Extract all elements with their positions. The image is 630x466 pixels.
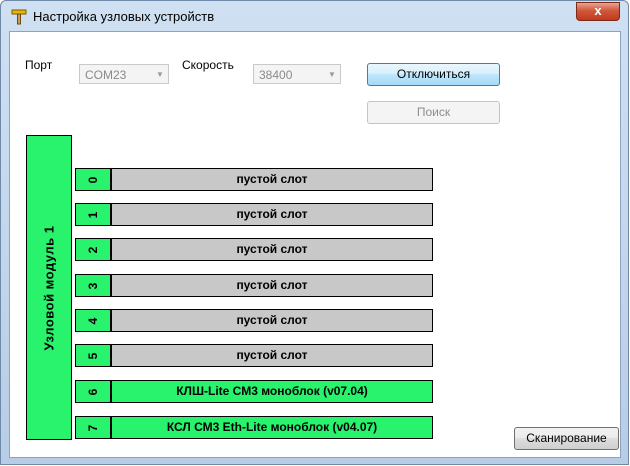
slot-number: 6 [75,380,111,403]
slot-7[interactable]: КСЛ СМ3 Eth-Lite моноблок (v04.07) [111,416,433,439]
slot-number-label: 0 [86,176,100,183]
speed-select[interactable]: 38400 ▼ [253,64,341,84]
node-module: Узловой модуль 1 [26,135,72,440]
node-module-label: Узловой модуль 1 [41,225,57,350]
slot-5[interactable]: пустой слот [111,344,433,367]
slot-number-label: 6 [86,388,100,395]
port-select[interactable]: COM23 ▼ [79,64,169,84]
slot-number: 2 [75,238,111,261]
slot-4[interactable]: пустой слот [111,309,433,332]
chevron-down-icon: ▼ [156,70,164,79]
search-button[interactable]: Поиск [367,101,500,124]
slot-2[interactable]: пустой слот [111,238,433,261]
scan-button[interactable]: Сканирование [514,427,619,450]
slot-1[interactable]: пустой слот [111,203,433,226]
disconnect-button[interactable]: Отключиться [367,63,500,86]
port-select-value: COM23 [85,68,127,82]
window-title: Настройка узловых устройств [33,9,215,24]
slot-number-label: 4 [86,317,100,324]
port-label: Порт [25,58,53,72]
slot-0[interactable]: пустой слот [111,168,433,191]
slot-6[interactable]: КЛШ-Lite СМ3 моноблок (v07.04) [111,380,433,403]
slot-number: 7 [75,416,111,439]
slot-number-label: 3 [86,282,100,289]
slot-3[interactable]: пустой слот [111,274,433,297]
hammer-icon [11,9,27,25]
speed-select-value: 38400 [259,68,293,82]
title-bar[interactable]: Настройка узловых устройств x [1,1,628,31]
slot-number-label: 7 [86,424,100,431]
slot-number-label: 2 [86,246,100,253]
slot-number: 4 [75,309,111,332]
slot-number-label: 1 [86,211,100,218]
close-button[interactable]: x [576,2,620,21]
speed-label: Скорость [182,58,234,72]
slot-number: 3 [75,274,111,297]
slot-number: 0 [75,168,111,191]
slot-number: 5 [75,344,111,367]
chevron-down-icon: ▼ [328,70,336,79]
slot-number: 1 [75,203,111,226]
slot-number-label: 5 [86,352,100,359]
